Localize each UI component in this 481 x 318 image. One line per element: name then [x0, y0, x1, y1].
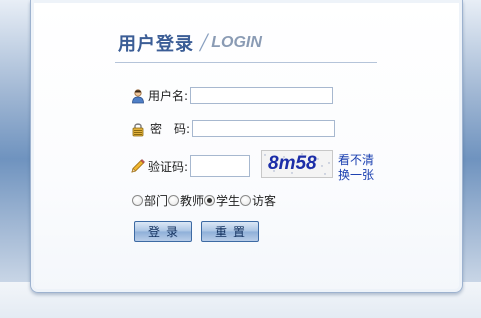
background-left-stripe	[0, 0, 30, 318]
username-row: 用户名:	[130, 87, 334, 104]
role-label-department[interactable]: 部门	[144, 192, 168, 209]
login-title: 用户登录 / LOGIN	[118, 28, 262, 58]
refresh-captcha-line1[interactable]: 看不清	[338, 153, 378, 168]
role-label-teacher[interactable]: 教师	[180, 192, 204, 209]
lock-icon	[130, 121, 146, 137]
captcha-text: 8m58	[268, 153, 317, 174]
role-label-student[interactable]: 学生	[216, 192, 240, 209]
role-radio-department[interactable]	[132, 195, 143, 206]
password-label: 密 码:	[150, 122, 191, 136]
login-button[interactable]: 登录	[134, 221, 192, 242]
refresh-captcha-link[interactable]: 看不清 换一张	[338, 153, 378, 183]
background-right-stripe	[461, 0, 481, 318]
role-selector: 部门 教师 学生 访客	[132, 192, 276, 209]
username-label: 用户名:	[148, 89, 189, 103]
password-input[interactable]	[192, 120, 336, 137]
captcha-input[interactable]	[190, 155, 251, 177]
role-radio-teacher[interactable]	[168, 195, 180, 206]
role-option-student[interactable]: 学生	[204, 192, 240, 209]
reset-button[interactable]: 重置	[201, 221, 259, 242]
captcha-row: 验证码:	[130, 155, 251, 177]
password-row: 密 码:	[130, 120, 336, 137]
captcha-image[interactable]: 8m58	[261, 150, 333, 178]
title-underline	[115, 62, 377, 63]
role-option-department[interactable]: 部门	[132, 192, 168, 209]
refresh-captcha-line2[interactable]: 换一张	[338, 168, 378, 183]
role-option-teacher[interactable]: 教师	[168, 192, 204, 209]
title-chinese: 用户登录	[118, 34, 194, 55]
title-divider: /	[200, 28, 208, 57]
role-radio-student[interactable]	[204, 195, 216, 206]
role-label-visitor[interactable]: 访客	[252, 192, 276, 209]
captcha-label-group: 验证码:	[130, 158, 188, 175]
pencil-icon	[130, 158, 146, 174]
captcha-label: 验证码:	[148, 159, 189, 174]
role-radio-visitor[interactable]	[240, 195, 252, 206]
user-icon	[130, 88, 146, 104]
username-label-group: 用户名:	[130, 87, 188, 104]
username-input[interactable]	[190, 87, 334, 104]
role-option-visitor[interactable]: 访客	[240, 192, 276, 209]
password-label-group: 密 码:	[130, 120, 190, 137]
title-english: LOGIN	[211, 34, 262, 51]
